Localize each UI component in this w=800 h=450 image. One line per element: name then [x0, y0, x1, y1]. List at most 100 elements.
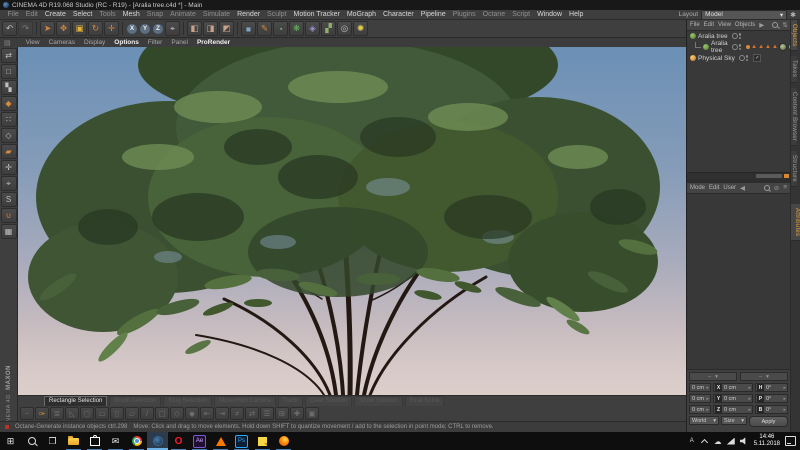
- stitch-tool-icon[interactable]: ≠: [230, 407, 244, 420]
- start-button[interactable]: ⊞: [0, 432, 21, 450]
- toolbar-button[interactable]: [36, 22, 38, 35]
- menu-item[interactable]: Pipeline: [417, 11, 449, 18]
- viewport-canvas[interactable]: [18, 47, 686, 395]
- coord-size-select[interactable]: Size▾: [721, 416, 747, 425]
- opera-icon[interactable]: O: [168, 432, 189, 450]
- spline-pen-icon[interactable]: ✎: [257, 21, 272, 36]
- menu-item[interactable]: Simulate: [199, 11, 233, 18]
- render-settings-icon[interactable]: ◩: [219, 21, 234, 36]
- lock-icon[interactable]: ⊘: [774, 184, 779, 192]
- menu-item[interactable]: Select: [69, 11, 95, 18]
- menu-item[interactable]: Create: [41, 11, 69, 18]
- dock-tab[interactable]: Content Browser: [791, 88, 797, 146]
- extrude-tool-icon[interactable]: ◻: [80, 407, 94, 420]
- photoshop-icon[interactable]: Ps: [231, 432, 252, 450]
- vlc-icon[interactable]: [210, 432, 231, 450]
- position-z-field[interactable]: 0 cm▸: [689, 405, 711, 414]
- palette-button[interactable]: Show Solution: [354, 396, 402, 407]
- menu-icon[interactable]: ≡: [783, 184, 787, 191]
- snap-toggle-icon[interactable]: S: [1, 192, 17, 207]
- light-icon[interactable]: ✺: [353, 21, 368, 36]
- subdivide-tool-icon[interactable]: ▣: [305, 407, 319, 420]
- search-button[interactable]: [21, 432, 42, 450]
- move-tool-icon[interactable]: ✥: [56, 21, 71, 36]
- undo-icon[interactable]: ↶: [2, 21, 17, 36]
- array-tool-icon[interactable]: ▯: [110, 407, 124, 420]
- onedrive-cloud-icon[interactable]: ☁: [714, 437, 722, 446]
- primitive-cube-icon[interactable]: ■: [241, 21, 256, 36]
- menu-item[interactable]: MoGraph: [343, 11, 379, 18]
- after-effects-icon[interactable]: Ae: [189, 432, 210, 450]
- texture-mode-icon[interactable]: ▚: [1, 80, 17, 95]
- rotation-b-field[interactable]: B0°▸: [755, 405, 788, 414]
- viewport-window-icon[interactable]: ▤: [4, 39, 11, 47]
- add-tool-icon[interactable]: ✚: [290, 407, 304, 420]
- size-x-field[interactable]: X0 cm▸: [713, 383, 753, 392]
- lines-tool-icon[interactable]: ≣: [50, 407, 64, 420]
- viewport-menu-item[interactable]: Cameras: [49, 39, 75, 46]
- viewport-menu-item[interactable]: Panel: [171, 39, 188, 46]
- redo-icon[interactable]: ↷: [18, 21, 33, 36]
- edge-cut-icon[interactable]: ◇: [170, 407, 184, 420]
- points-mode-icon[interactable]: ∷: [1, 112, 17, 127]
- action-center-icon[interactable]: [785, 436, 796, 446]
- palette-button[interactable]: Rectangle Selection: [44, 396, 107, 407]
- swap-tool-icon[interactable]: ⇄: [245, 407, 259, 420]
- om-horizontal-scrollbar[interactable]: [687, 172, 790, 179]
- plane-cut-icon[interactable]: ▢: [155, 407, 169, 420]
- deformer-icon[interactable]: ◈: [305, 21, 320, 36]
- menu-item[interactable]: Edit: [22, 11, 41, 18]
- visibility-toggles[interactable]: [732, 33, 742, 39]
- menu-item[interactable]: File: [4, 11, 22, 18]
- menu-item[interactable]: Character: [380, 11, 418, 18]
- render-view-icon[interactable]: ◧: [187, 21, 202, 36]
- menu-item[interactable]: Sculpt: [264, 11, 290, 18]
- object-row[interactable]: Aralia tree: [687, 31, 790, 42]
- y-axis-lock-button[interactable]: Y: [139, 23, 151, 35]
- x-axis-lock-button[interactable]: X: [126, 23, 138, 35]
- palette-button[interactable]: Track: [278, 396, 303, 407]
- workplane-grid-icon[interactable]: ▦: [1, 224, 17, 239]
- palette-button[interactable]: Final Solve: [405, 396, 445, 407]
- palette-button[interactable]: Move/Hold Camera: [214, 396, 276, 407]
- make-editable-icon[interactable]: ⇄: [1, 48, 17, 63]
- search-icon[interactable]: [764, 185, 770, 191]
- menu-item[interactable]: Script: [509, 11, 534, 18]
- visibility-toggles[interactable]: [732, 44, 742, 50]
- back-arrow-icon[interactable]: ◀: [740, 184, 745, 192]
- firefox-icon[interactable]: [273, 432, 294, 450]
- polygons-mode-icon[interactable]: ▰: [1, 144, 17, 159]
- coordinate-system-icon[interactable]: ⌖: [165, 21, 180, 36]
- rotation-p-field[interactable]: P0°▸: [755, 394, 788, 403]
- matrix-tool-icon[interactable]: ▭: [95, 407, 109, 420]
- attr-menu-user[interactable]: User: [723, 185, 736, 191]
- mail-icon[interactable]: ✉: [105, 432, 126, 450]
- attr-menu-edit[interactable]: Edit: [709, 185, 719, 191]
- visibility-toggles[interactable]: [739, 55, 749, 61]
- coord-position-dropdown[interactable]: –▾: [689, 372, 737, 381]
- viewport-menu-item[interactable]: Options: [114, 39, 139, 46]
- om-menu-file[interactable]: File: [690, 22, 700, 28]
- palette-button[interactable]: Clear Solution: [305, 396, 353, 407]
- menu-item[interactable]: Motion Tracker: [290, 11, 343, 18]
- apply-button[interactable]: Apply: [749, 416, 788, 427]
- menu-item[interactable]: Snap: [143, 11, 166, 18]
- texture-tag-icon[interactable]: ▲: [751, 44, 757, 50]
- smooth-tool-icon[interactable]: ~: [20, 407, 34, 420]
- viewport-menu-item[interactable]: Filter: [148, 39, 162, 46]
- input-indicator-icon[interactable]: A: [688, 438, 696, 444]
- sticky-notes-icon[interactable]: [252, 432, 273, 450]
- object-row[interactable]: Aralia tree ▲ ▲ ▲ ▲: [687, 42, 790, 53]
- dock-tab[interactable]: Structure: [791, 151, 797, 187]
- search-icon[interactable]: [772, 22, 778, 28]
- slide-left-icon[interactable]: ⇤: [200, 407, 214, 420]
- sort-icon[interactable]: ⇅: [782, 21, 787, 29]
- om-menu-objects[interactable]: Objects: [735, 22, 755, 28]
- position-x-field[interactable]: 0 cm▸: [689, 383, 711, 392]
- scrollbar-thumb[interactable]: [756, 174, 782, 178]
- size-y-field[interactable]: Y0 cm▸: [713, 394, 753, 403]
- last-tool-icon[interactable]: ✛: [104, 21, 119, 36]
- toolbar-button[interactable]: [237, 22, 239, 35]
- menu-item[interactable]: Animate: [167, 11, 200, 18]
- position-y-field[interactable]: 0 cm▸: [689, 394, 711, 403]
